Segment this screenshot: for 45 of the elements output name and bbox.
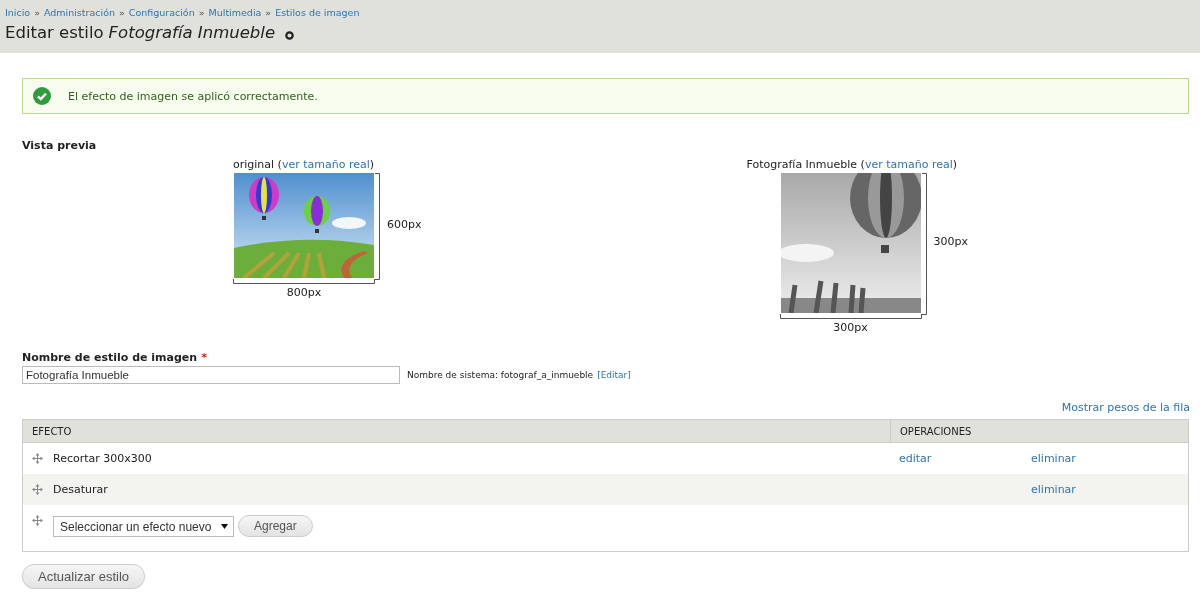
message-text: El efecto de imagen se aplicó correctamente.: [68, 89, 318, 103]
drag-handle-icon: [32, 453, 43, 464]
page-title: Editar estilo: [5, 23, 104, 42]
image-caption: original (: [233, 158, 282, 171]
caption-paren: ): [369, 158, 375, 171]
add-button[interactable]: Agregar: [238, 515, 313, 537]
field-label: Nombre de estilo de imagen: [22, 351, 198, 364]
name-input[interactable]: Fotografía Inmueble: [22, 366, 400, 384]
edit-link[interactable]: editar: [899, 452, 932, 465]
breadcrumb-link[interactable]: Estilos de imagen: [275, 7, 360, 18]
image-caption: Fotografía Inmueble (: [746, 158, 865, 171]
width-label: 800px: [286, 286, 322, 299]
breadcrumb-separator: »: [118, 7, 125, 18]
settings-icon[interactable]: [285, 31, 295, 40]
check-icon: [33, 87, 51, 105]
effect-name: Recortar 300x300: [53, 452, 152, 465]
machine-name: Nombre de sistema: fotograf_a_inmueble: [407, 370, 594, 380]
caption-paren: ): [952, 158, 958, 171]
delete-link[interactable]: eliminar: [1031, 483, 1076, 496]
effect-name: Desaturar: [53, 483, 108, 496]
edit-link[interactable]: [Editar]: [597, 370, 631, 380]
view-actual-size-link[interactable]: ver tamaño real: [281, 158, 370, 171]
breadcrumb-separator: »: [34, 7, 40, 18]
breadcrumb-link[interactable]: Configuración: [128, 7, 195, 18]
view-actual-size-link[interactable]: ver tamaño real: [864, 158, 953, 171]
style-name: Fotografía Inmueble: [108, 23, 276, 42]
breadcrumb-separator: »: [198, 7, 205, 18]
breadcrumb-link[interactable]: Inicio: [5, 7, 31, 18]
drag-handle-icon: [32, 515, 43, 526]
required-mark: *: [201, 351, 207, 364]
breadcrumb-link[interactable]: Multimedia: [208, 7, 262, 18]
update-style-button[interactable]: Actualizar estilo: [22, 564, 146, 589]
drag-handle-icon: [32, 484, 43, 495]
breadcrumb-separator: »: [265, 7, 272, 18]
effect-select[interactable]: Seleccionar un efecto nuevo: [53, 516, 234, 537]
column-header: OPERACIONES: [890, 420, 1188, 442]
caret-icon: [221, 524, 228, 529]
breadcrumb-link[interactable]: Administración: [43, 7, 115, 18]
width-label: 300px: [833, 321, 868, 334]
height-label: 600px: [387, 217, 422, 231]
column-header: EFECTO: [31, 424, 73, 439]
height-label: 300px: [933, 235, 968, 248]
show-row-weights-link[interactable]: Mostrar pesos de la fila: [1061, 401, 1190, 414]
section-label: Vista previa: [22, 139, 98, 152]
delete-link[interactable]: eliminar: [1031, 452, 1076, 465]
